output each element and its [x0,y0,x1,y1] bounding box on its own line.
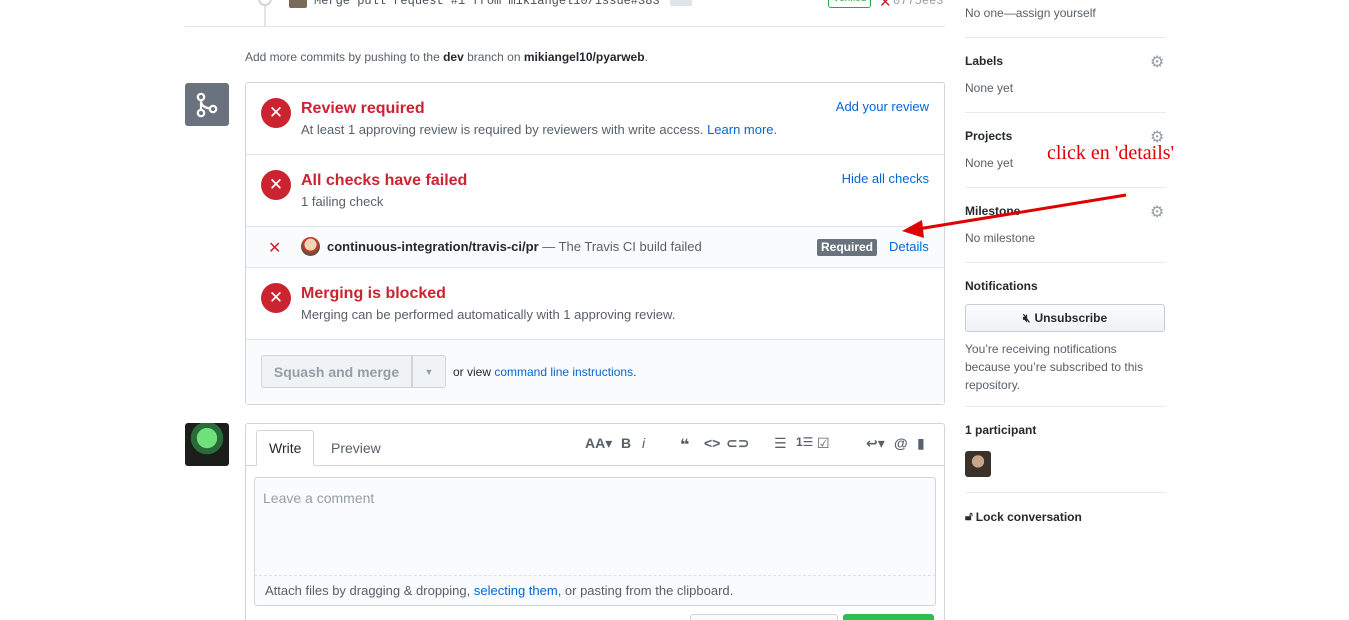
labels-value: None yet [965,81,1014,95]
notifications-reason: You’re receiving notifications because y… [965,342,1144,392]
tab-write[interactable]: Write [256,430,315,466]
attach-prefix: Attach files by dragging & dropping, [265,583,474,598]
mention-icon[interactable]: @ [894,435,908,451]
comment-submit-button[interactable] [843,614,934,620]
required-badge: Required [817,239,878,256]
blocked-fail-icon: ✕ [261,283,291,313]
italic-icon[interactable]: i [642,435,645,451]
attach-files-bar[interactable]: Attach files by dragging & dropping, sel… [254,576,936,606]
notifications-heading: Notifications [965,279,1038,293]
checks-section: ✕ All checks have failed 1 failing check… [246,155,944,227]
quote-icon[interactable]: ❝ [680,435,689,455]
checks-title: All checks have failed [301,172,468,189]
review-desc: At least 1 approving review is required … [301,122,777,137]
blocked-section: ✕ Merging is blocked Merging can be perf… [246,268,944,340]
text-size-icon[interactable]: AA▾ [585,435,612,452]
mute-icon: 🔇︎ [1022,310,1031,325]
task-list-icon[interactable]: ☑ [817,435,830,452]
bookmark-icon[interactable]: ▮ [917,435,925,452]
sidebar-divider [965,37,1166,38]
push-hint-middle: branch on [463,50,524,64]
check-desc: — The Travis CI build failed [538,239,702,254]
sidebar-divider [965,112,1166,113]
merge-actions: Squash and merge ▼ or view command line … [246,340,944,404]
labels-heading[interactable]: Labels [965,54,1166,68]
branch-name: dev [443,50,464,64]
hide-checks-link[interactable]: Hide all checks [842,171,929,186]
push-hint: Add more commits by pushing to the dev b… [245,50,648,64]
tab-preview[interactable]: Preview [319,430,393,466]
chevron-down-icon: ▼ [424,366,434,377]
blocked-desc: Merging can be performed automatically w… [301,307,676,322]
numbered-list-icon[interactable]: 1☰ [796,435,813,449]
check-item: ✕ continuous-integration/travis-ci/pr — … [246,227,944,268]
check-fail-icon: ✕ [268,240,282,257]
merge-method-dropdown[interactable]: ▼ [412,355,446,388]
assignees-value[interactable]: No one—assign yourself [965,6,1166,20]
lock-label: Lock conversation [975,509,1082,524]
bulleted-list-icon[interactable]: ☰ [774,435,787,452]
repo-name: mikiangel10/pyarweb [523,50,645,64]
git-merge-icon [185,83,229,126]
reply-icon[interactable]: ↩▾ [866,435,885,452]
or-view-text: or view command line instructions. [453,365,636,379]
or-view-prefix: or view [453,365,495,379]
link-icon[interactable]: ⊂⊃ [726,435,749,452]
unsubscribe-label: Unsubscribe [1034,311,1108,325]
participant-avatar[interactable] [965,451,991,477]
review-section: ✕ Review required At least 1 approving r… [246,83,944,155]
travis-ci-icon [301,237,320,256]
annotation-text: click en 'details' [1047,142,1175,164]
comment-input[interactable]: Leave a comment [254,477,936,576]
push-hint-prefix: Add more commits by pushing to the [245,50,444,64]
check-text: continuous-integration/travis-ci/pr — Th… [327,239,702,254]
checks-fail-icon: ✕ [261,170,291,200]
comment-placeholder: Leave a comment [263,490,375,506]
cli-instructions-link[interactable]: command line instructions [494,365,633,379]
gear-icon[interactable]: ⚙ [1150,52,1164,72]
blocked-title: Merging is blocked [301,285,446,302]
select-files-link[interactable]: selecting them [474,583,558,598]
commit-message[interactable]: Merge pull request #1 from mikiangel10/i… [314,0,660,8]
sidebar-divider [965,262,1166,263]
review-fail-icon: ✕ [261,98,291,128]
sidebar-divider [965,406,1166,407]
or-view-suffix: . [633,365,637,379]
milestone-heading[interactable]: Milestone [965,204,1166,218]
learn-more-link[interactable]: Learn more. [707,122,777,137]
review-title: Review required [301,100,425,117]
merge-status-box: ✕ Review required At least 1 approving r… [245,82,945,405]
user-avatar[interactable] [185,423,229,466]
lock-conversation-link[interactable]: 🔓︎ Lock conversation [965,509,1082,524]
review-desc-text: At least 1 approving review is required … [301,122,708,137]
push-hint-suffix: . [644,50,648,64]
participants-heading: 1 participant [965,423,1037,437]
commit-expand-button[interactable]: … [670,0,692,6]
bold-icon[interactable]: B [621,435,631,451]
commit-status-fail-icon[interactable]: ✕ [879,0,892,11]
unsubscribe-button[interactable]: 🔇︎ Unsubscribe [965,304,1165,332]
commit-sha-link[interactable]: 0775ee3 [893,0,943,8]
check-name: continuous-integration/travis-ci/pr [327,239,539,254]
comment-form: Write Preview AA▾ B i ❝ <> ⊂⊃ ☰ 1☰ ☑ ↩▾ … [245,423,945,620]
gear-icon[interactable]: ⚙ [1150,202,1164,222]
squash-merge-button[interactable]: Squash and merge [261,355,412,388]
milestone-value: No milestone [965,231,1036,245]
commit-author-avatar[interactable] [289,0,307,8]
verified-badge[interactable]: Verified [828,0,872,8]
add-review-link[interactable]: Add your review [836,99,929,114]
projects-heading[interactable]: Projects [965,129,1166,143]
sidebar-divider [965,492,1166,493]
checks-desc: 1 failing check [301,194,384,209]
sidebar-divider [965,187,1166,188]
tabs-divider [246,465,944,466]
check-details-link[interactable]: Details [889,239,929,254]
close-pr-button[interactable] [690,614,838,620]
attach-suffix: , or pasting from the clipboard. [557,583,734,598]
code-icon[interactable]: <> [704,435,720,451]
lock-icon: 🔓︎ [965,509,973,523]
